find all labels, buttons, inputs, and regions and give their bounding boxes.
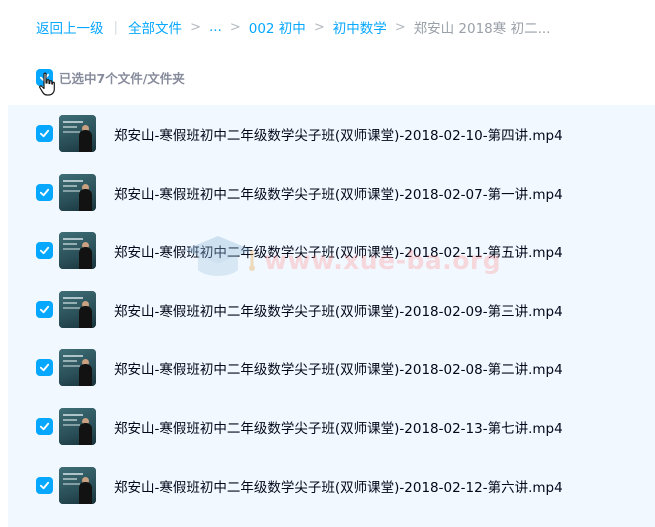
video-thumbnail[interactable]: [59, 408, 96, 445]
file-name[interactable]: 郑安山-寒假班初中二年级数学尖子班(双师课堂)-2018-02-13-第七讲.m…: [114, 417, 563, 437]
row-checkbox[interactable]: [36, 125, 53, 142]
file-row[interactable]: 郑安山-寒假班初中二年级数学尖子班(双师课堂)-2018-02-13-第七讲.m…: [8, 398, 655, 457]
video-thumbnail[interactable]: [59, 232, 96, 270]
row-checkbox[interactable]: [36, 418, 53, 435]
chevron-right-icon: >: [229, 19, 241, 35]
video-thumbnail[interactable]: [59, 173, 96, 211]
breadcrumb-ellipsis[interactable]: ...: [209, 19, 222, 35]
row-checkbox[interactable]: [36, 242, 53, 260]
file-name[interactable]: 郑安山-寒假班初中二年级数学尖子班(双师课堂)-2018-02-07-第一讲.m…: [114, 183, 563, 203]
row-checkbox[interactable]: [36, 183, 53, 201]
file-list: 郑安山-寒假班初中二年级数学尖子班(双师课堂)-2018-02-10-第四讲.m…: [8, 105, 655, 527]
row-checkbox[interactable]: [36, 359, 53, 377]
select-all: 已选中7个文件/文件夹: [36, 67, 185, 87]
file-row[interactable]: 郑安山-寒假班初中二年级数学尖子班(双师课堂)-2018-02-12-第六讲.m…: [8, 457, 655, 516]
check-icon: [39, 481, 50, 489]
check-icon: [39, 247, 50, 255]
file-row[interactable]: 郑安山-寒假班初中二年级数学尖子班(双师课堂)-2018-02-08-第二讲.m…: [8, 339, 655, 398]
file-name[interactable]: 郑安山-寒假班初中二年级数学尖子班(双师课堂)-2018-02-08-第二讲.m…: [114, 358, 563, 378]
check-icon: [39, 129, 50, 138]
file-name[interactable]: 郑安山-寒假班初中二年级数学尖子班(双师课堂)-2018-02-12-第六讲.m…: [114, 476, 563, 496]
row-checkbox[interactable]: [36, 300, 53, 318]
breadcrumb-current: 郑安山 2018寒 初二...: [413, 21, 551, 37]
video-thumbnail[interactable]: [59, 466, 96, 504]
file-name[interactable]: 郑安山-寒假班初中二年级数学尖子班(双师课堂)-2018-02-09-第三讲.m…: [114, 300, 563, 320]
breadcrumb-root[interactable]: 全部文件: [128, 17, 182, 37]
back-link[interactable]: 返回上一级: [36, 17, 104, 37]
row-checkbox[interactable]: [36, 476, 53, 494]
check-icon: [39, 188, 50, 196]
breadcrumb: 返回上一级 | 全部文件 > ... > 002 初中 > 初中数学 > 郑安山…: [36, 17, 550, 37]
video-thumbnail[interactable]: [59, 115, 96, 152]
breadcrumb-divider: |: [113, 19, 119, 35]
file-row[interactable]: 郑安山-寒假班初中二年级数学尖子班(双师课堂)-2018-02-10-第四讲.m…: [8, 105, 655, 164]
file-row[interactable]: 郑安山-寒假班初中二年级数学尖子班(双师课堂)-2018-02-11-第五讲.m…: [8, 222, 655, 281]
video-thumbnail[interactable]: [59, 349, 96, 387]
file-row[interactable]: 郑安山-寒假班初中二年级数学尖子班(双师课堂)-2018-02-07-第一讲.m…: [8, 164, 655, 223]
chevron-right-icon: >: [394, 19, 406, 35]
check-icon: [39, 305, 50, 313]
chevron-right-icon: >: [190, 19, 201, 35]
file-name[interactable]: 郑安山-寒假班初中二年级数学尖子班(双师课堂)-2018-02-11-第五讲.m…: [114, 241, 563, 261]
video-thumbnail[interactable]: [59, 290, 96, 328]
selection-count-label: 已选中7个文件/文件夹: [59, 70, 185, 86]
check-icon: [39, 364, 50, 372]
file-name[interactable]: 郑安山-寒假班初中二年级数学尖子班(双师课堂)-2018-02-10-第四讲.m…: [114, 124, 563, 144]
breadcrumb-level-1[interactable]: 002 初中: [249, 17, 306, 37]
file-row[interactable]: 郑安山-寒假班初中二年级数学尖子班(双师课堂)-2018-02-09-第三讲.m…: [8, 281, 655, 340]
check-icon: [39, 422, 50, 431]
hand-cursor-icon: [39, 72, 55, 96]
breadcrumb-level-2[interactable]: 初中数学: [333, 17, 387, 37]
chevron-right-icon: >: [313, 19, 325, 35]
